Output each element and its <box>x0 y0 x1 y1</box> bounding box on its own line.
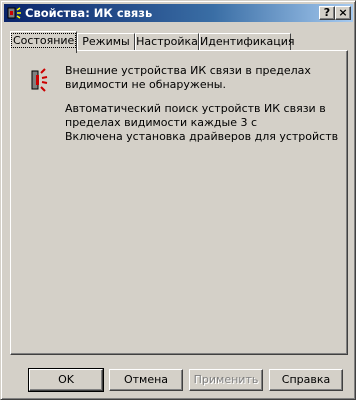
help-caption-button[interactable]: ? <box>319 6 335 20</box>
properties-window: Свойства: ИК связь ? × Состояние Режимы … <box>0 0 356 400</box>
cancel-button[interactable]: Отмена <box>109 369 183 391</box>
status-message: Внешние устройства ИК связи в пределах в… <box>65 64 335 92</box>
tab-modes[interactable]: Режимы <box>77 33 135 51</box>
tab-identification[interactable]: Идентификация <box>199 33 295 51</box>
tab-settings[interactable]: Настройка <box>135 33 199 51</box>
status-message-line: Внешние устройства ИК связи в пределах <box>65 64 311 77</box>
help-button[interactable]: Справка <box>269 369 343 391</box>
ir-port-icon <box>7 7 21 19</box>
ok-button[interactable]: OK <box>28 368 104 392</box>
close-button[interactable]: × <box>335 6 351 20</box>
title-bar[interactable]: Свойства: ИК связь ? × <box>4 4 353 22</box>
status-info-line: Автоматический поиск устройств ИК связи … <box>65 102 326 115</box>
status-info-line: Включена установка драйверов для устройс… <box>65 130 339 143</box>
tab-status-label: Состояние <box>11 33 77 48</box>
status-info-line: пределах видимости каждые 3 с <box>65 116 258 129</box>
infrared-transceiver-icon <box>31 68 48 92</box>
status-panel: Внешние устройства ИК связи в пределах в… <box>10 50 348 355</box>
apply-button: Применить <box>189 369 263 391</box>
window-title: Свойства: ИК связь <box>25 6 153 20</box>
status-info: Автоматический поиск устройств ИК связи … <box>65 102 339 144</box>
tab-status[interactable]: Состояние <box>10 31 77 53</box>
status-message-line: видимости не обнаружены. <box>65 78 226 91</box>
